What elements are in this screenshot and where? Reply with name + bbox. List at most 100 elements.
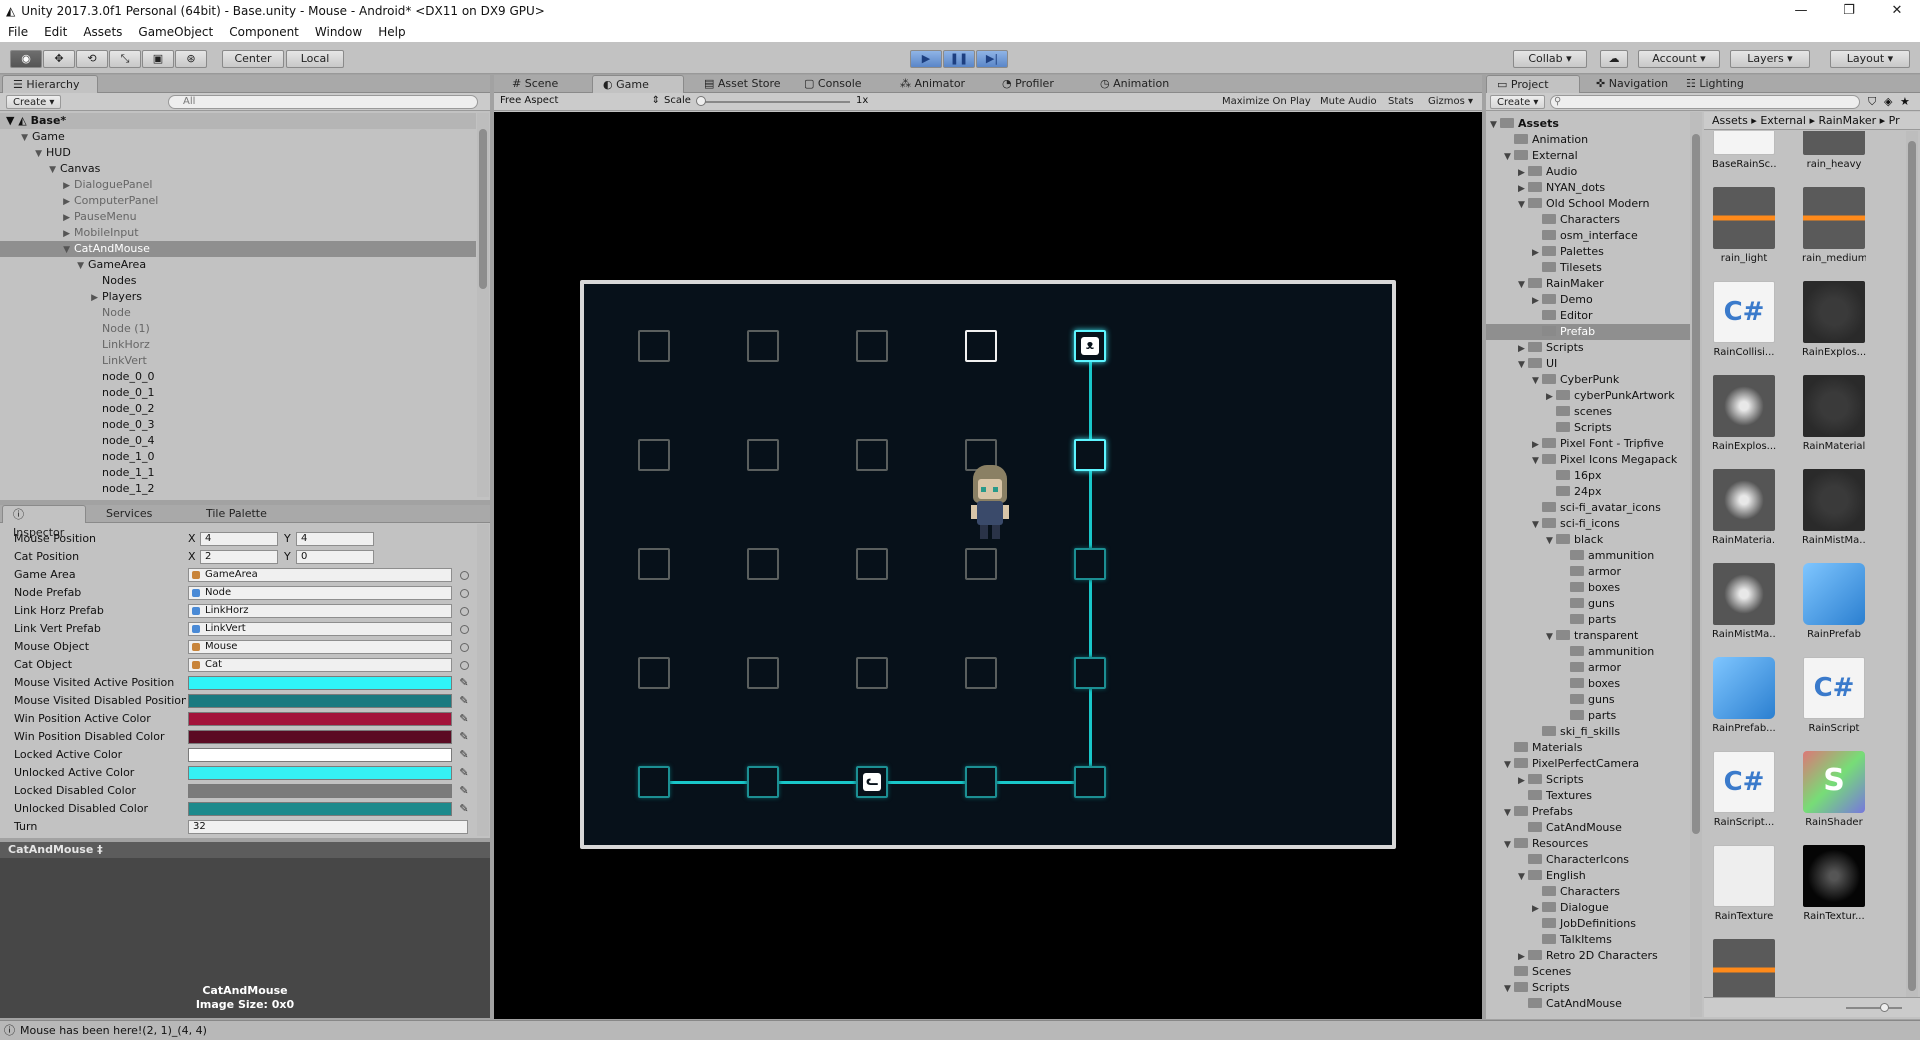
hierarchy-row[interactable]: node_1_2: [0, 481, 476, 497]
transform-tool-button[interactable]: ⊛: [175, 50, 207, 68]
project-folder-item[interactable]: ▼ Scripts: [1486, 980, 1690, 996]
menu-edit[interactable]: Edit: [36, 25, 75, 39]
hierarchy-row[interactable]: ▼ Canvas: [0, 161, 476, 177]
expand-arrow-icon[interactable]: ▶: [1518, 181, 1528, 197]
expand-arrow-icon[interactable]: ▼: [0, 130, 32, 146]
expand-arrow-icon[interactable]: ▼: [1546, 533, 1556, 549]
asset-tile[interactable]: rain_medium: [1802, 187, 1866, 264]
board-node[interactable]: [856, 439, 888, 471]
expand-arrow-icon[interactable]: ▼: [1504, 805, 1514, 821]
project-folder-item[interactable]: ▼ English: [1486, 868, 1690, 884]
color-swatch[interactable]: [188, 748, 452, 762]
hierarchy-row[interactable]: Node (1): [0, 321, 476, 337]
expand-arrow-icon[interactable]: ▼: [1546, 629, 1556, 645]
object-reference-field[interactable]: Cat: [188, 658, 452, 672]
project-folder-item[interactable]: ▼ External: [1486, 148, 1690, 164]
tab-inspector[interactable]: ⓘ Inspector: [2, 505, 86, 539]
expand-arrow-icon[interactable]: ▼: [0, 242, 74, 258]
hierarchy-row[interactable]: LinkVert: [0, 353, 476, 369]
tab-lighting[interactable]: ☷ Lighting: [1676, 75, 1754, 93]
hierarchy-scroll-thumb[interactable]: [479, 129, 487, 289]
project-folder-item[interactable]: parts: [1486, 612, 1690, 628]
mute-audio-toggle[interactable]: Mute Audio: [1314, 95, 1383, 109]
favorite-star-icon[interactable]: ★: [1900, 95, 1910, 108]
project-search-input[interactable]: ⚲: [1550, 95, 1860, 109]
project-folder-item[interactable]: sci-fi_avatar_icons: [1486, 500, 1690, 516]
project-folder-item[interactable]: ▼ PixelPerfectCamera: [1486, 756, 1690, 772]
project-folder-item[interactable]: Tilesets: [1486, 260, 1690, 276]
color-swatch[interactable]: [188, 802, 452, 816]
project-folder-item[interactable]: ▶ Demo: [1486, 292, 1690, 308]
asset-tile[interactable]: RainMistMa...: [1712, 563, 1776, 640]
aspect-dropdown[interactable]: Free Aspect ⇕: [500, 95, 660, 106]
asset-tile[interactable]: RainTexture: [1712, 845, 1776, 922]
project-folder-item[interactable]: ammunition: [1486, 548, 1690, 564]
board-node[interactable]: [856, 657, 888, 689]
project-folder-item[interactable]: scenes: [1486, 404, 1690, 420]
eyedropper-icon[interactable]: ✎: [458, 713, 470, 725]
menu-component[interactable]: Component: [221, 25, 307, 39]
project-folder-item[interactable]: guns: [1486, 692, 1690, 708]
asset-tile[interactable]: BaseRainSc...: [1712, 131, 1776, 170]
project-folder-item[interactable]: CatAndMouse: [1486, 820, 1690, 836]
expand-arrow-icon[interactable]: ▼: [1504, 981, 1514, 997]
project-folder-item[interactable]: ▼ Prefabs: [1486, 804, 1690, 820]
expand-arrow-icon[interactable]: ▶: [1532, 437, 1542, 453]
project-folder-item[interactable]: TalkItems: [1486, 932, 1690, 948]
asset-size-thumb[interactable]: [1880, 1003, 1889, 1012]
maximize-button[interactable]: ❐: [1826, 0, 1872, 22]
hierarchy-row[interactable]: ▶ DialoguePanel: [0, 177, 476, 193]
project-folder-item[interactable]: ▼ transparent: [1486, 628, 1690, 644]
expand-arrow-icon[interactable]: ▶: [0, 210, 74, 226]
color-swatch[interactable]: [188, 730, 452, 744]
project-folder-item[interactable]: ▼ Pixel Icons Megapack: [1486, 452, 1690, 468]
hierarchy-scrollbar[interactable]: [477, 113, 489, 497]
menu-assets[interactable]: Assets: [75, 25, 130, 39]
project-folder-item[interactable]: Scripts: [1486, 420, 1690, 436]
project-folder-item[interactable]: CatAndMouse: [1486, 996, 1690, 1012]
expand-arrow-icon[interactable]: ▶: [1546, 389, 1556, 405]
color-swatch[interactable]: [188, 784, 452, 798]
project-folder-item[interactable]: ▶ cyberPunkArtwork: [1486, 388, 1690, 404]
tab-project[interactable]: ▭ Project: [1486, 75, 1580, 93]
board-node[interactable]: [856, 330, 888, 362]
project-folder-item[interactable]: ▶ NYAN_dots: [1486, 180, 1690, 196]
eyedropper-icon[interactable]: ✎: [458, 803, 470, 815]
expand-arrow-icon[interactable]: ▼: [1518, 197, 1528, 213]
hierarchy-row[interactable]: ▼ HUD: [0, 145, 476, 161]
project-folder-item[interactable]: osm_interface: [1486, 228, 1690, 244]
menu-file[interactable]: File: [0, 25, 36, 39]
expand-arrow-icon[interactable]: ▼: [0, 162, 60, 178]
cloud-button[interactable]: ☁: [1600, 50, 1628, 68]
move-tool-button[interactable]: ✥: [43, 50, 75, 68]
tab-services[interactable]: Services: [96, 505, 162, 523]
expand-arrow-icon[interactable]: ▼: [1532, 453, 1542, 469]
tab-animator[interactable]: ⁂ Animator: [890, 75, 975, 93]
expand-arrow-icon[interactable]: ▶: [1532, 901, 1542, 917]
expand-arrow-icon[interactable]: ▼: [1504, 149, 1514, 165]
play-button[interactable]: ▶: [910, 50, 942, 68]
project-folder-item[interactable]: Editor: [1486, 308, 1690, 324]
asset-tile[interactable]: S RainShader: [1802, 751, 1866, 828]
hierarchy-row[interactable]: ▼ GameArea: [0, 257, 476, 273]
menu-window[interactable]: Window: [307, 25, 370, 39]
hand-tool-button[interactable]: ◉: [10, 50, 42, 68]
layers-button[interactable]: Layers ▾: [1730, 50, 1810, 68]
hierarchy-row[interactable]: node_1_0: [0, 449, 476, 465]
tab-scene[interactable]: # Scene: [502, 75, 568, 93]
expand-arrow-icon[interactable]: ▼: [0, 146, 46, 162]
project-folder-item[interactable]: 24px: [1486, 484, 1690, 500]
object-reference-field[interactable]: LinkHorz: [188, 604, 452, 618]
project-folder-item[interactable]: ▼ black: [1486, 532, 1690, 548]
stats-toggle[interactable]: Stats: [1382, 95, 1420, 109]
object-picker-icon[interactable]: [460, 643, 469, 652]
hierarchy-row[interactable]: node_0_2: [0, 401, 476, 417]
asset-tile[interactable]: rain_light: [1712, 187, 1776, 264]
eyedropper-icon[interactable]: ✎: [458, 677, 470, 689]
gizmos-dropdown[interactable]: Gizmos ▾: [1422, 95, 1479, 109]
scale-slider[interactable]: [696, 96, 850, 106]
board-node[interactable]: [747, 330, 779, 362]
expand-arrow-icon[interactable]: ▶: [0, 226, 74, 242]
menu-gameobject[interactable]: GameObject: [130, 25, 221, 39]
board-node[interactable]: [965, 766, 997, 798]
